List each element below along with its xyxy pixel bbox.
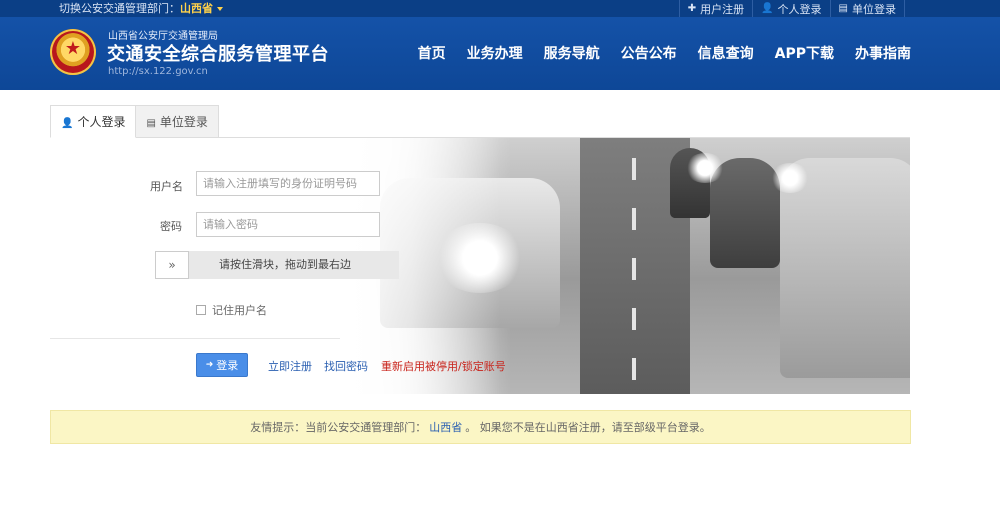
- building-icon: ▤: [146, 118, 156, 129]
- remember-label: 记住用户名: [212, 304, 267, 317]
- slider-handle[interactable]: »: [155, 251, 189, 279]
- remember-checkbox[interactable]: [196, 305, 206, 315]
- department-switcher[interactable]: 切换公安交通管理部门：山西省: [59, 1, 223, 16]
- nav-item-business[interactable]: 业务办理: [467, 43, 523, 63]
- user-icon: 👤: [761, 3, 774, 14]
- caret-down-icon[interactable]: [217, 7, 223, 11]
- plus-icon: ✚: [687, 3, 697, 14]
- top-links: ✚ 用户注册 👤 个人登录 ▤ 单位登录: [678, 0, 905, 17]
- nav-item-app-download[interactable]: APP下载: [775, 43, 834, 63]
- nav-item-guide[interactable]: 办事指南: [855, 43, 911, 63]
- forgot-password-link[interactable]: 找回密码: [324, 358, 368, 374]
- main-nav: 首页 业务办理 服务导航 公告公布 信息查询 APP下载 办事指南: [397, 43, 911, 63]
- building-icon: ▤: [838, 3, 848, 14]
- login-icon: ➜: [205, 360, 214, 370]
- brand-title: 交通安全综合服务管理平台: [107, 44, 329, 65]
- register-link-label: 用户注册: [700, 2, 745, 16]
- tab-personal-login[interactable]: 👤 个人登录: [50, 105, 137, 138]
- notice-suffix: 。 如果您不是在山西省注册，请至部级平台登录。: [465, 421, 711, 434]
- current-province[interactable]: 山西省: [180, 2, 213, 15]
- slide-captcha[interactable]: » 请按住滑块，拖动到最右边: [155, 251, 399, 279]
- company-login-link[interactable]: ▤ 单位登录: [829, 0, 905, 17]
- brand-url: http://sx.122.gov.cn: [108, 66, 208, 77]
- notice-province: 山西省: [429, 421, 463, 434]
- nav-item-service-guide[interactable]: 服务导航: [544, 43, 600, 63]
- nav-item-home[interactable]: 首页: [418, 43, 446, 63]
- remember-username[interactable]: 记住用户名: [196, 302, 267, 318]
- notice-banner: 友情提示：当前公安交通管理部门： 山西省。 如果您不是在山西省注册，请至部级平台登…: [50, 410, 911, 444]
- password-input[interactable]: [196, 212, 380, 237]
- site-header: ★ 山西省公安厅交通管理局 交通安全综合服务管理平台 http://sx.122…: [0, 17, 1000, 90]
- nav-item-info-query[interactable]: 信息查询: [698, 43, 754, 63]
- nav-item-announcements[interactable]: 公告公布: [621, 43, 677, 63]
- register-link[interactable]: ✚ 用户注册: [678, 0, 752, 17]
- login-button[interactable]: ➜ 登录: [196, 353, 248, 377]
- username-label: 用户名: [150, 180, 183, 193]
- personal-login-link-label: 个人登录: [777, 2, 822, 16]
- police-emblem-icon: ★: [50, 29, 96, 75]
- company-login-link-label: 单位登录: [852, 2, 896, 16]
- switch-label: 切换公安交通管理部门：: [59, 2, 180, 15]
- slider-instruction: 请按住滑块，拖动到最右边: [219, 258, 351, 271]
- password-label: 密码: [160, 220, 182, 233]
- notice-prefix: 友情提示：当前公安交通管理部门：: [250, 421, 427, 434]
- tab-company-login[interactable]: ▤ 单位登录: [136, 105, 219, 138]
- traffic-background-image: [340, 138, 910, 394]
- user-icon: 👤: [61, 118, 74, 129]
- login-tabs: 👤 个人登录 ▤ 单位登录: [50, 105, 219, 138]
- login-button-label: 登录: [216, 359, 239, 372]
- top-bar: 切换公安交通管理部门：山西省 ✚ 用户注册 👤 个人登录 ▤ 单位登录: [0, 0, 1000, 17]
- tab-personal-login-label: 个人登录: [77, 115, 126, 129]
- personal-login-link[interactable]: 👤 个人登录: [752, 0, 829, 17]
- username-input[interactable]: [196, 171, 380, 196]
- tab-company-login-label: 单位登录: [159, 115, 208, 129]
- form-divider: [50, 338, 340, 339]
- reactivate-account-link[interactable]: 重新启用被停用/锁定账号: [381, 358, 506, 374]
- register-now-link[interactable]: 立即注册: [268, 358, 312, 374]
- tab-divider: [50, 137, 910, 138]
